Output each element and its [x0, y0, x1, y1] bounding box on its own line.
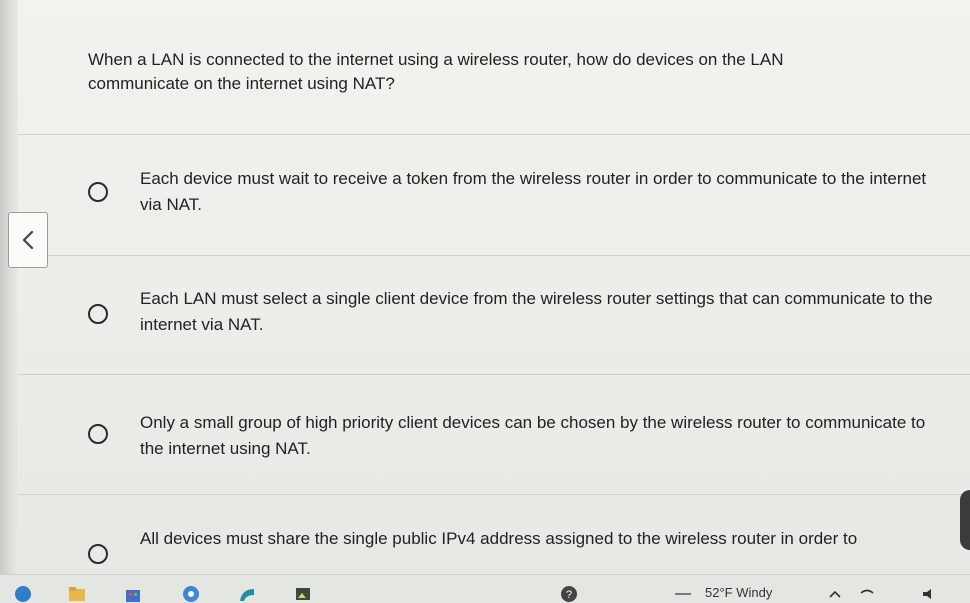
back-button[interactable]: [8, 212, 48, 268]
taskbar: ? 52°F Windy: [0, 574, 970, 603]
question-text: When a LAN is connected to the internet …: [88, 50, 784, 93]
file-explorer-icon[interactable]: [68, 585, 86, 603]
quiz-screen: When a LAN is connected to the internet …: [0, 0, 970, 603]
chevron-left-icon: [22, 230, 34, 250]
answer-option-3[interactable]: Only a small group of high priority clie…: [80, 388, 960, 480]
chevron-up-icon[interactable]: [826, 585, 844, 603]
divider: [18, 374, 970, 375]
photos-icon[interactable]: [294, 585, 312, 603]
scrollbar-handle[interactable]: [960, 490, 970, 550]
left-border: [0, 0, 18, 575]
start-icon[interactable]: [14, 585, 32, 603]
svg-text:?: ?: [566, 589, 572, 601]
radio-button-2[interactable]: [88, 304, 108, 324]
help-icon[interactable]: ?: [560, 585, 578, 603]
radio-button-1[interactable]: [88, 182, 108, 202]
radio-button-4[interactable]: [88, 544, 108, 564]
answer-option-1-label: Each device must wait to receive a token…: [140, 169, 927, 214]
answer-option-3-label: Only a small group of high priority clie…: [140, 413, 926, 458]
store-icon[interactable]: [124, 585, 142, 603]
answer-option-2-label: Each LAN must select a single client dev…: [140, 289, 933, 334]
chrome-icon[interactable]: [182, 585, 200, 603]
radio-button-3[interactable]: [88, 424, 108, 444]
answer-option-1[interactable]: Each device must wait to receive a token…: [80, 148, 960, 240]
volume-icon[interactable]: [920, 585, 938, 603]
divider: [18, 494, 970, 495]
wifi-icon[interactable]: [858, 585, 876, 603]
edge-icon[interactable]: [238, 585, 256, 603]
wind-icon: [675, 593, 691, 595]
answer-option-2[interactable]: Each LAN must select a single client dev…: [80, 266, 960, 358]
weather-text[interactable]: 52°F Windy: [705, 585, 772, 600]
answer-option-4-label: All devices must share the single public…: [140, 529, 858, 548]
divider: [18, 255, 970, 256]
divider: [18, 134, 970, 135]
